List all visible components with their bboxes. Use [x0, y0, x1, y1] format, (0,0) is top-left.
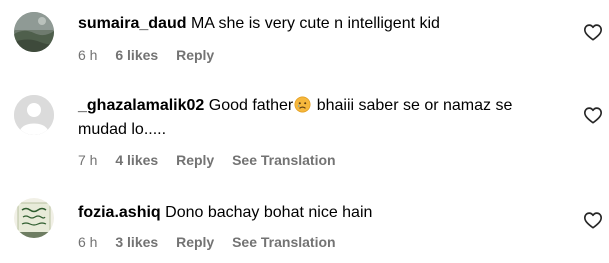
reply-button[interactable]: Reply: [176, 152, 214, 168]
avatar[interactable]: [14, 198, 54, 238]
comment-text: fozia.ashiq Dono bachay bohat nice hain: [78, 201, 548, 225]
comment-body: Dono bachay bohat nice hain: [165, 204, 373, 221]
comment-text: _ghazalamalik02 Good father bhaiii saber…: [78, 94, 548, 142]
default-user-icon: [14, 95, 54, 135]
likes-count[interactable]: 4 likes: [115, 152, 158, 168]
comment-time: 6 h: [78, 234, 98, 250]
like-heart-icon[interactable]: [583, 106, 603, 124]
comment-text: sumaira_daud MA she is very cute n intel…: [78, 12, 548, 36]
likes-count[interactable]: 6 likes: [115, 47, 158, 63]
comment-item: sumaira_daud MA she is very cute n intel…: [0, 0, 609, 80]
like-heart-icon[interactable]: [583, 211, 603, 229]
comment-meta: 6 h 6 likes Reply: [78, 47, 228, 63]
comment-time: 6 h: [78, 47, 98, 63]
like-heart-icon[interactable]: [583, 23, 603, 41]
comment-item: fozia.ashiq Dono bachay bohat nice hain …: [0, 180, 609, 263]
comment-meta: 7 h 4 likes Reply See Translation: [78, 152, 350, 168]
likes-count[interactable]: 3 likes: [115, 234, 158, 250]
reply-button[interactable]: Reply: [176, 234, 214, 250]
see-translation-button[interactable]: See Translation: [232, 234, 335, 250]
comment-body: MA she is very cute n intelligent kid: [190, 15, 440, 32]
crying-face-emoji-icon: [294, 96, 311, 113]
comment-item: _ghazalamalik02 Good father bhaiii saber…: [0, 80, 609, 180]
comment-meta: 6 h 3 likes Reply See Translation: [78, 234, 350, 250]
comment-username[interactable]: _ghazalamalik02: [78, 97, 204, 114]
comment-time: 7 h: [78, 152, 98, 168]
comment-username[interactable]: sumaira_daud: [78, 15, 186, 32]
landscape-photo-icon: [14, 12, 54, 52]
reply-button[interactable]: Reply: [176, 47, 214, 63]
comment-username[interactable]: fozia.ashiq: [78, 204, 161, 221]
avatar[interactable]: [14, 95, 54, 135]
avatar[interactable]: [14, 12, 54, 52]
comment-body: Good father: [208, 97, 294, 114]
see-translation-button[interactable]: See Translation: [232, 152, 335, 168]
calligraphy-photo-icon: [14, 198, 54, 238]
